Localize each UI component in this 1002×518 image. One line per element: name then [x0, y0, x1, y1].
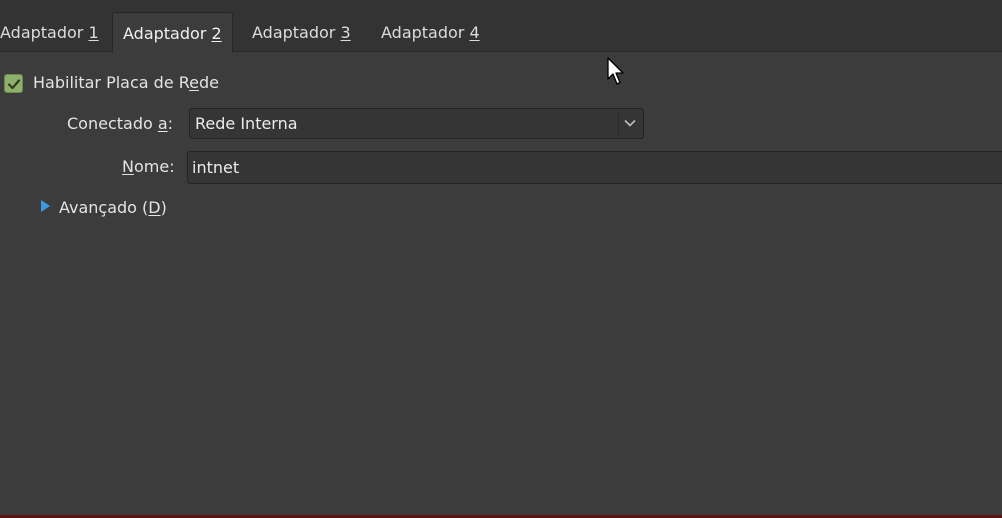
advanced-expander-label[interactable]: Avançado (D) — [59, 198, 167, 217]
chevron-down-icon — [624, 119, 636, 127]
expand-arrow-icon[interactable] — [40, 199, 52, 213]
enable-adapter-label[interactable]: Habilitar Placa de Rede — [33, 73, 219, 92]
checkmark-icon — [7, 79, 21, 90]
attached-to-select[interactable]: Rede Interna — [189, 108, 644, 139]
tab-mnemonic: 1 — [88, 23, 99, 42]
enable-adapter-checkbox[interactable] — [4, 74, 23, 93]
attached-to-value: Rede Interna — [195, 114, 298, 133]
adapter-tab-bar: Adaptador 1 Adaptador 2 Adaptador 3 Adap… — [0, 0, 1002, 53]
network-name-input[interactable]: intnet — [187, 151, 1002, 184]
tab-label: Adaptador — [252, 23, 341, 42]
tab-adaptador-1[interactable]: Adaptador 1 — [0, 12, 109, 52]
tab-label: Adaptador — [123, 24, 212, 43]
tab-adaptador-4[interactable]: Adaptador 4 — [371, 12, 490, 52]
tab-label: Adaptador — [0, 23, 89, 42]
mouse-pointer-icon — [607, 57, 624, 85]
network-settings-window: Adaptador 1 Adaptador 2 Adaptador 3 Adap… — [0, 0, 1002, 518]
attached-to-label: Conectado a: — [67, 114, 174, 133]
tab-mnemonic: 2 — [211, 24, 222, 43]
name-label: Nome: — [122, 157, 175, 176]
dropdown-arrow[interactable] — [618, 112, 640, 135]
tab-label: Adaptador — [381, 23, 470, 42]
tab-adaptador-3[interactable]: Adaptador 3 — [242, 12, 361, 52]
tab-adaptador-2[interactable]: Adaptador 2 — [112, 12, 233, 53]
tab-mnemonic: 4 — [469, 23, 480, 42]
tab-mnemonic: 3 — [340, 23, 351, 42]
